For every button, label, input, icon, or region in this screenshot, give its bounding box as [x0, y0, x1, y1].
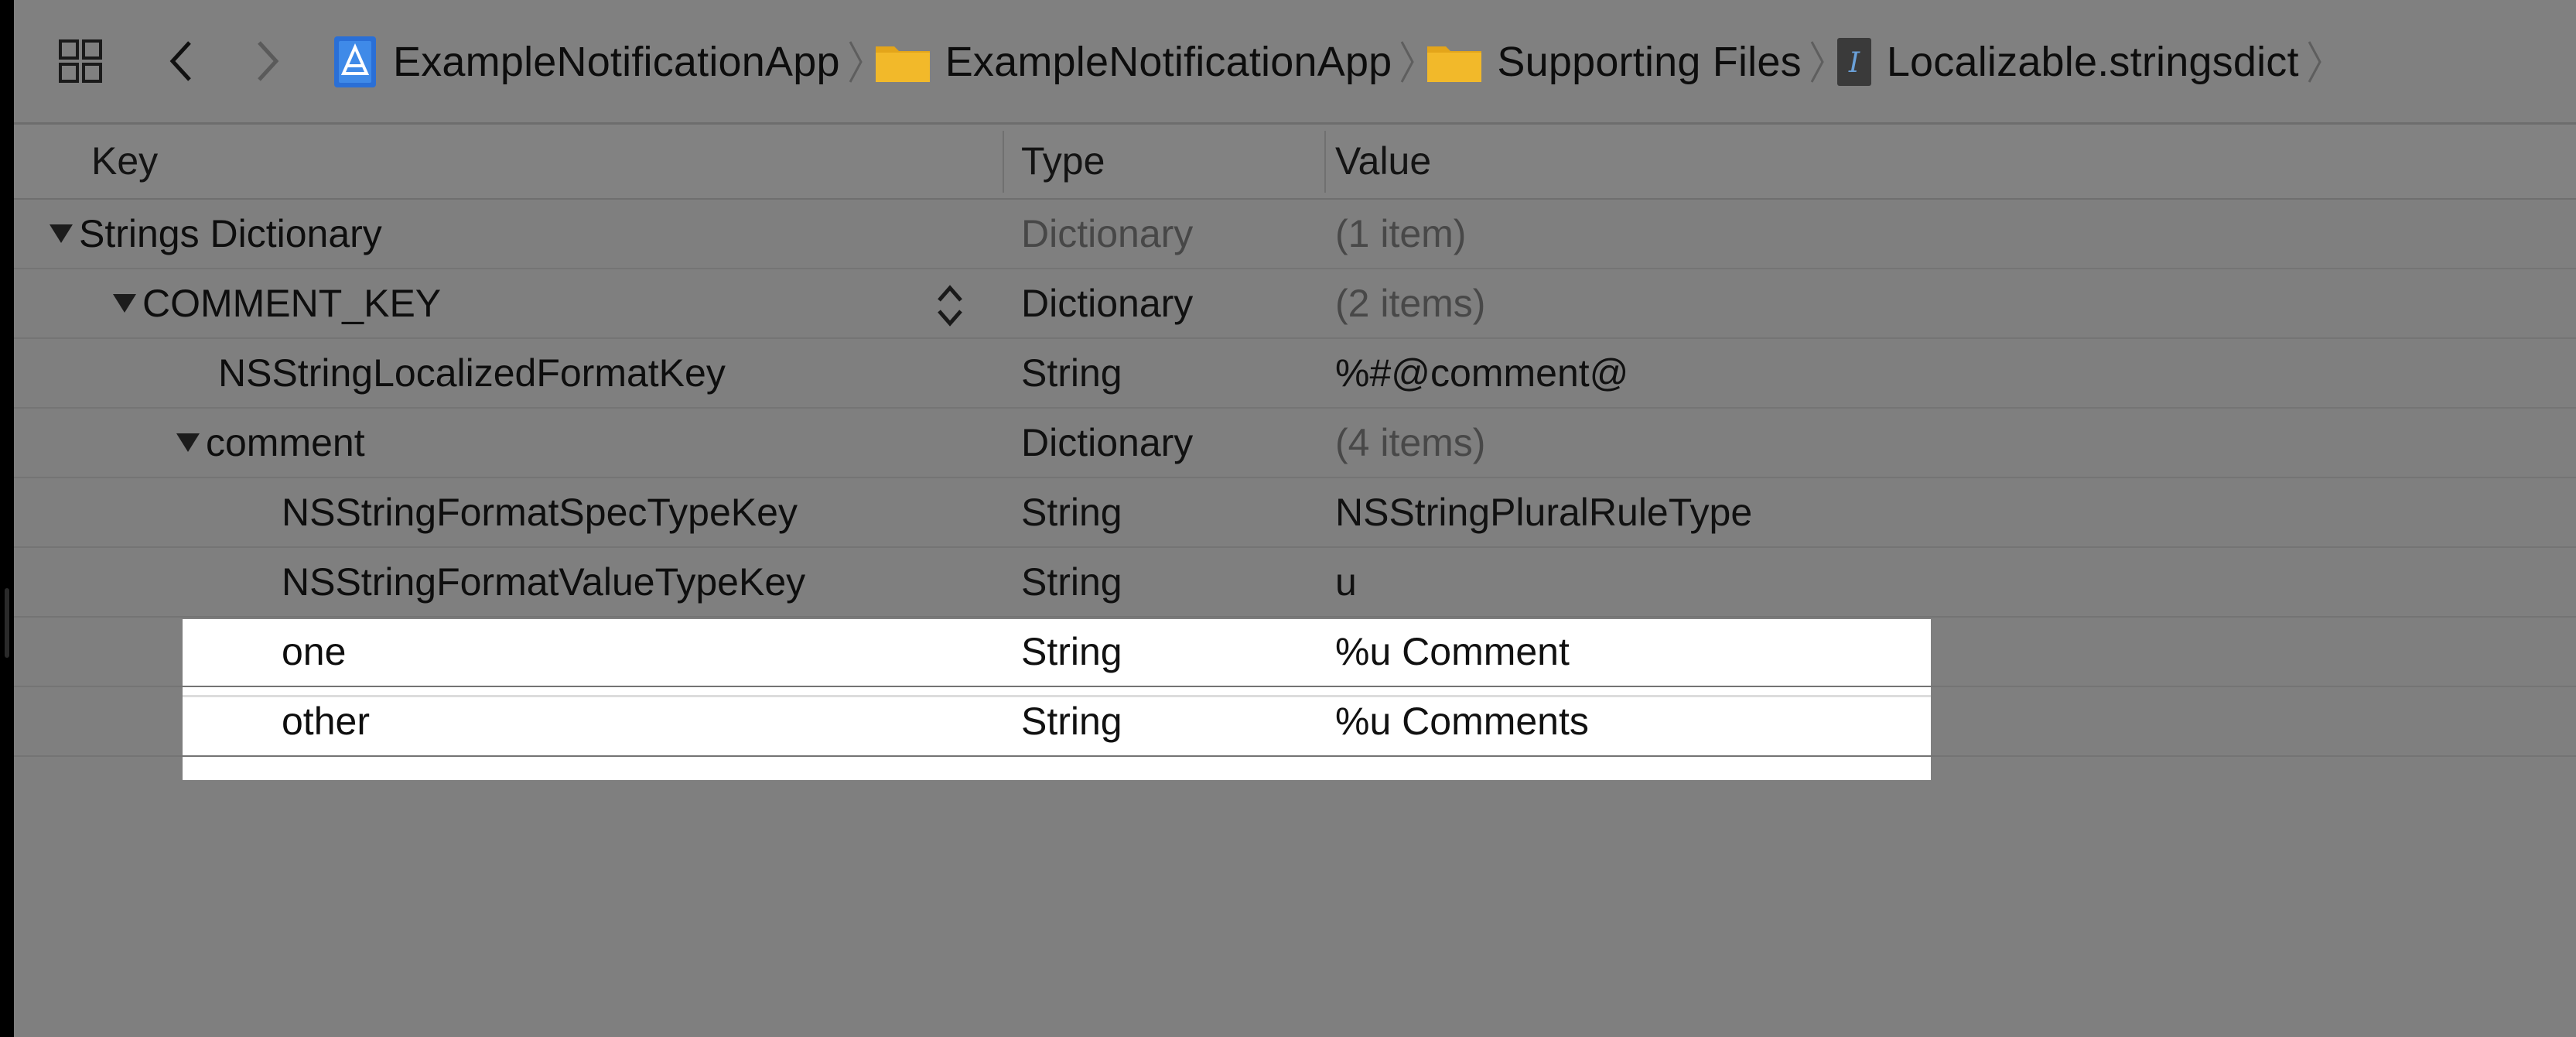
breadcrumb-item-project[interactable]: ExampleNotificationApp: [331, 35, 840, 89]
column-divider[interactable]: [1324, 131, 1326, 193]
row-value[interactable]: (2 items): [1335, 269, 1485, 337]
row-type[interactable]: Dictionary: [1021, 409, 1193, 477]
folder-icon: [1426, 40, 1483, 84]
row-type[interactable]: Dictionary: [1021, 200, 1193, 268]
row-key[interactable]: NSStringLocalizedFormatKey: [218, 339, 726, 407]
table-row[interactable]: NSStringLocalizedFormatKey String %#@com…: [14, 339, 2576, 409]
row-value[interactable]: %u Comment: [1335, 618, 1570, 686]
chevron-right-icon: [1809, 39, 1825, 85]
strings-file-icon: I: [1836, 36, 1873, 87]
key-label: Strings Dictionary: [79, 212, 382, 255]
row-value[interactable]: NSStringPluralRuleType: [1335, 478, 1752, 546]
row-key[interactable]: one: [282, 618, 346, 686]
table-row[interactable]: NSStringFormatValueTypeKey String u: [14, 548, 2576, 618]
row-key[interactable]: COMMENT_KEY: [113, 269, 441, 337]
table-row[interactable]: Strings Dictionary Dictionary (1 item): [14, 200, 2576, 269]
breadcrumb-item-group[interactable]: ExampleNotificationApp: [874, 38, 1392, 86]
column-header: Key Type Value: [14, 125, 2576, 200]
column-value[interactable]: Value: [1335, 125, 1431, 198]
jump-bar: ExampleNotificationApp ExampleNotificati…: [14, 0, 2576, 125]
folder-icon: [874, 40, 931, 84]
table-row[interactable]: one String %u Comment: [14, 618, 2576, 687]
row-type[interactable]: String: [1021, 687, 1122, 755]
column-key[interactable]: Key: [91, 125, 158, 198]
breadcrumb-item-file[interactable]: I Localizable.stringsdict: [1836, 36, 2299, 87]
row-key[interactable]: comment: [176, 409, 365, 477]
column-divider[interactable]: [1003, 131, 1004, 193]
edge-handle: [5, 588, 9, 658]
row-value[interactable]: u: [1335, 548, 1357, 616]
row-key[interactable]: NSStringFormatSpecTypeKey: [282, 478, 798, 546]
disclosure-triangle-icon[interactable]: [113, 293, 136, 313]
chevron-right-icon: [1399, 39, 1415, 85]
row-type[interactable]: String: [1021, 478, 1122, 546]
table-row[interactable]: other String %u Comments: [14, 687, 2576, 757]
disclosure-triangle-icon[interactable]: [176, 433, 200, 452]
breadcrumb-label: ExampleNotificationApp: [945, 39, 1392, 85]
row-key[interactable]: NSStringFormatValueTypeKey: [282, 548, 805, 616]
row-value[interactable]: (1 item): [1335, 200, 1466, 268]
key-label: COMMENT_KEY: [142, 282, 442, 325]
row-value[interactable]: %#@comment@: [1335, 339, 1628, 407]
disclosure-triangle-icon[interactable]: [50, 224, 73, 243]
breadcrumb: ExampleNotificationApp ExampleNotificati…: [331, 23, 2333, 101]
app-project-icon: [331, 35, 379, 89]
row-type[interactable]: String: [1021, 339, 1122, 407]
row-type[interactable]: Dictionary: [1021, 269, 1193, 337]
table-row[interactable]: NSStringFormatSpecTypeKey String NSStrin…: [14, 478, 2576, 548]
column-type[interactable]: Type: [1021, 125, 1105, 198]
breadcrumb-label: ExampleNotificationApp: [393, 39, 840, 85]
related-items-icon[interactable]: [57, 34, 104, 88]
table-row[interactable]: comment Dictionary (4 items): [14, 409, 2576, 478]
chevron-right-icon: [2307, 39, 2322, 85]
stepper-icon[interactable]: [934, 279, 965, 333]
back-arrow-icon[interactable]: [158, 34, 204, 88]
row-value[interactable]: %u Comments: [1335, 687, 1589, 755]
chevron-right-icon: [848, 39, 863, 85]
breadcrumb-label: Localizable.stringsdict: [1886, 39, 2299, 85]
table-row[interactable]: COMMENT_KEY Dictionary (2 items): [14, 269, 2576, 339]
row-key[interactable]: Strings Dictionary: [50, 200, 382, 268]
window-left-edge: [0, 0, 14, 1037]
breadcrumb-label: Supporting Files: [1497, 39, 1802, 85]
plist-editor-window: ExampleNotificationApp ExampleNotificati…: [14, 0, 2576, 1037]
key-label: comment: [206, 421, 365, 464]
breadcrumb-item-supporting-files[interactable]: Supporting Files: [1426, 38, 1802, 86]
row-type[interactable]: String: [1021, 548, 1122, 616]
svg-text:I: I: [1848, 47, 1860, 79]
row-type[interactable]: String: [1021, 618, 1122, 686]
row-key[interactable]: other: [282, 687, 370, 755]
row-value[interactable]: (4 items): [1335, 409, 1485, 477]
forward-arrow-icon[interactable]: [244, 34, 291, 88]
